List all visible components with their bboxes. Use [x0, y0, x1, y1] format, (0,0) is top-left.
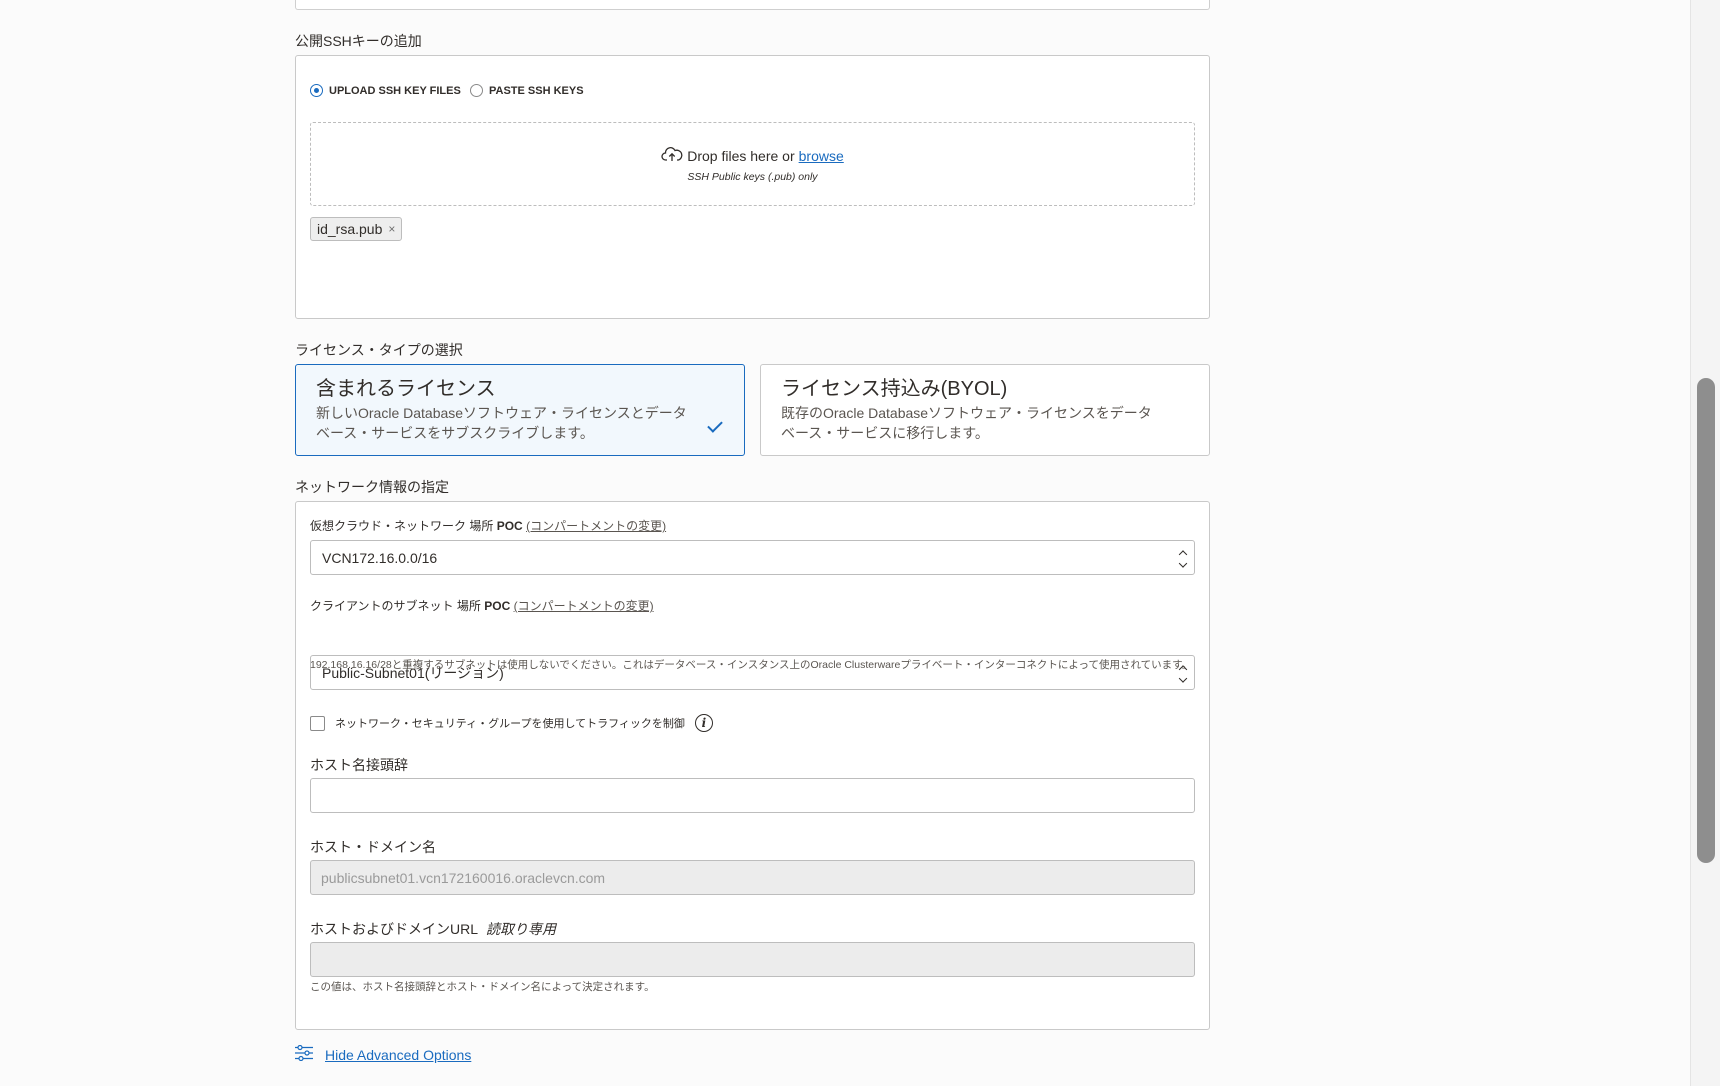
- network-section-label: ネットワーク情報の指定: [295, 479, 449, 495]
- uploaded-file-name: id_rsa.pub: [317, 221, 383, 237]
- license-card-title: ライセンス持込み(BYOL): [781, 378, 1008, 400]
- ssh-dropzone[interactable]: Drop files here or browse SSH Public key…: [310, 122, 1195, 206]
- vcn-label: 仮想クラウド・ネットワーク: [310, 519, 467, 533]
- remove-file-icon[interactable]: ×: [388, 222, 395, 236]
- ssh-section-label: 公開SSHキーの追加: [295, 33, 422, 49]
- host-url-input: [310, 942, 1195, 977]
- subnet-help-text: 192.168.16.16/28と重複するサブネットは使用しないでください。これ…: [310, 659, 1193, 671]
- host-url-help-text: この値は、ホスト名接頭辞とホスト・ドメイン名によって決定されます。: [310, 981, 655, 993]
- license-card-description: 既存のOracle Databaseソフトウェア・ライセンスをデータベース・サー…: [781, 405, 1152, 441]
- vcn-change-compartment-link[interactable]: (コンパートメントの変更): [526, 519, 666, 533]
- radio-upload-label: UPLOAD SSH KEY FILES: [329, 84, 461, 97]
- nsg-checkbox-label: ネットワーク・セキュリティ・グループを使用してトラフィックを制御: [335, 718, 685, 730]
- radio-paste-indicator[interactable]: [470, 84, 483, 97]
- vcn-select-value: VCN172.16.0.0/16: [322, 549, 438, 566]
- uploaded-file-chip: id_rsa.pub ×: [310, 217, 403, 241]
- previous-field-box: [295, 0, 1210, 10]
- checkmark-icon: [707, 417, 723, 433]
- host-url-label-row: ホストおよびドメインURL 読取り専用: [310, 919, 556, 939]
- cloud-upload-icon: [661, 146, 683, 165]
- nsg-row: ネットワーク・セキュリティ・グループを使用してトラフィックを制御 i: [310, 714, 713, 732]
- radio-paste-label: PASTE SSH KEYS: [489, 84, 584, 97]
- hostname-prefix-input[interactable]: [310, 778, 1195, 813]
- subnet-compartment: POC: [484, 599, 511, 613]
- host-domain-value: publicsubnet01.vcn172160016.oraclevcn.co…: [321, 869, 606, 886]
- drop-line: Drop files here or browse: [311, 146, 1194, 165]
- vcn-label-row: 仮想クラウド・ネットワーク 場所 POC (コンパートメントの変更): [310, 517, 666, 534]
- subnet-label-row: クライアントのサブネット 場所 POC (コンパートメントの変更): [310, 597, 654, 614]
- nsg-checkbox[interactable]: [310, 715, 325, 731]
- info-icon[interactable]: i: [694, 714, 713, 732]
- scrollbar-thumb[interactable]: [1697, 378, 1715, 863]
- host-url-readonly-tag: 読取り専用: [486, 921, 557, 937]
- drop-text: Drop files here or: [687, 147, 795, 164]
- vcn-compartment: POC: [496, 519, 523, 533]
- sliders-icon: [295, 1044, 313, 1064]
- hostname-prefix-label: ホスト名接頭辞: [310, 757, 408, 773]
- license-section-label: ライセンス・タイプの選択: [295, 342, 463, 358]
- ssh-panel: UPLOAD SSH KEY FILES PASTE SSH KEYS Drop…: [295, 55, 1210, 319]
- license-card-description: 新しいOracle Databaseソフトウェア・ライセンスとデータベース・サー…: [316, 405, 687, 441]
- license-card-byol[interactable]: ライセンス持込み(BYOL) 既存のOracle Databaseソフトウェア・…: [760, 364, 1210, 456]
- hide-advanced-options-link[interactable]: Hide Advanced Options: [325, 1047, 471, 1063]
- license-card-included[interactable]: 含まれるライセンス 新しいOracle Databaseソフトウェア・ライセンス…: [295, 364, 745, 456]
- host-domain-input: publicsubnet01.vcn172160016.oraclevcn.co…: [310, 860, 1195, 895]
- license-card-title: 含まれるライセンス: [316, 378, 496, 400]
- vcn-location-prefix: 場所: [469, 519, 494, 533]
- host-url-label: ホストおよびドメインURL: [310, 921, 479, 937]
- radio-upload-ssh[interactable]: UPLOAD SSH KEY FILES: [310, 84, 461, 97]
- radio-upload-indicator[interactable]: [310, 84, 323, 97]
- advanced-options-toggle[interactable]: Hide Advanced Options: [295, 1044, 471, 1064]
- drop-hint: SSH Public keys (.pub) only: [687, 171, 818, 183]
- select-arrows-icon: [1178, 549, 1188, 568]
- subnet-label: クライアントのサブネット: [310, 599, 454, 613]
- subnet-change-compartment-link[interactable]: (コンパートメントの変更): [514, 599, 654, 613]
- radio-paste-ssh[interactable]: PASTE SSH KEYS: [470, 84, 584, 97]
- vcn-select[interactable]: VCN172.16.0.0/16: [310, 540, 1195, 575]
- host-domain-label: ホスト・ドメイン名: [310, 839, 436, 855]
- subnet-location-prefix: 場所: [456, 599, 481, 613]
- network-panel: 仮想クラウド・ネットワーク 場所 POC (コンパートメントの変更) VCN17…: [295, 501, 1210, 1030]
- browse-link[interactable]: browse: [799, 148, 844, 164]
